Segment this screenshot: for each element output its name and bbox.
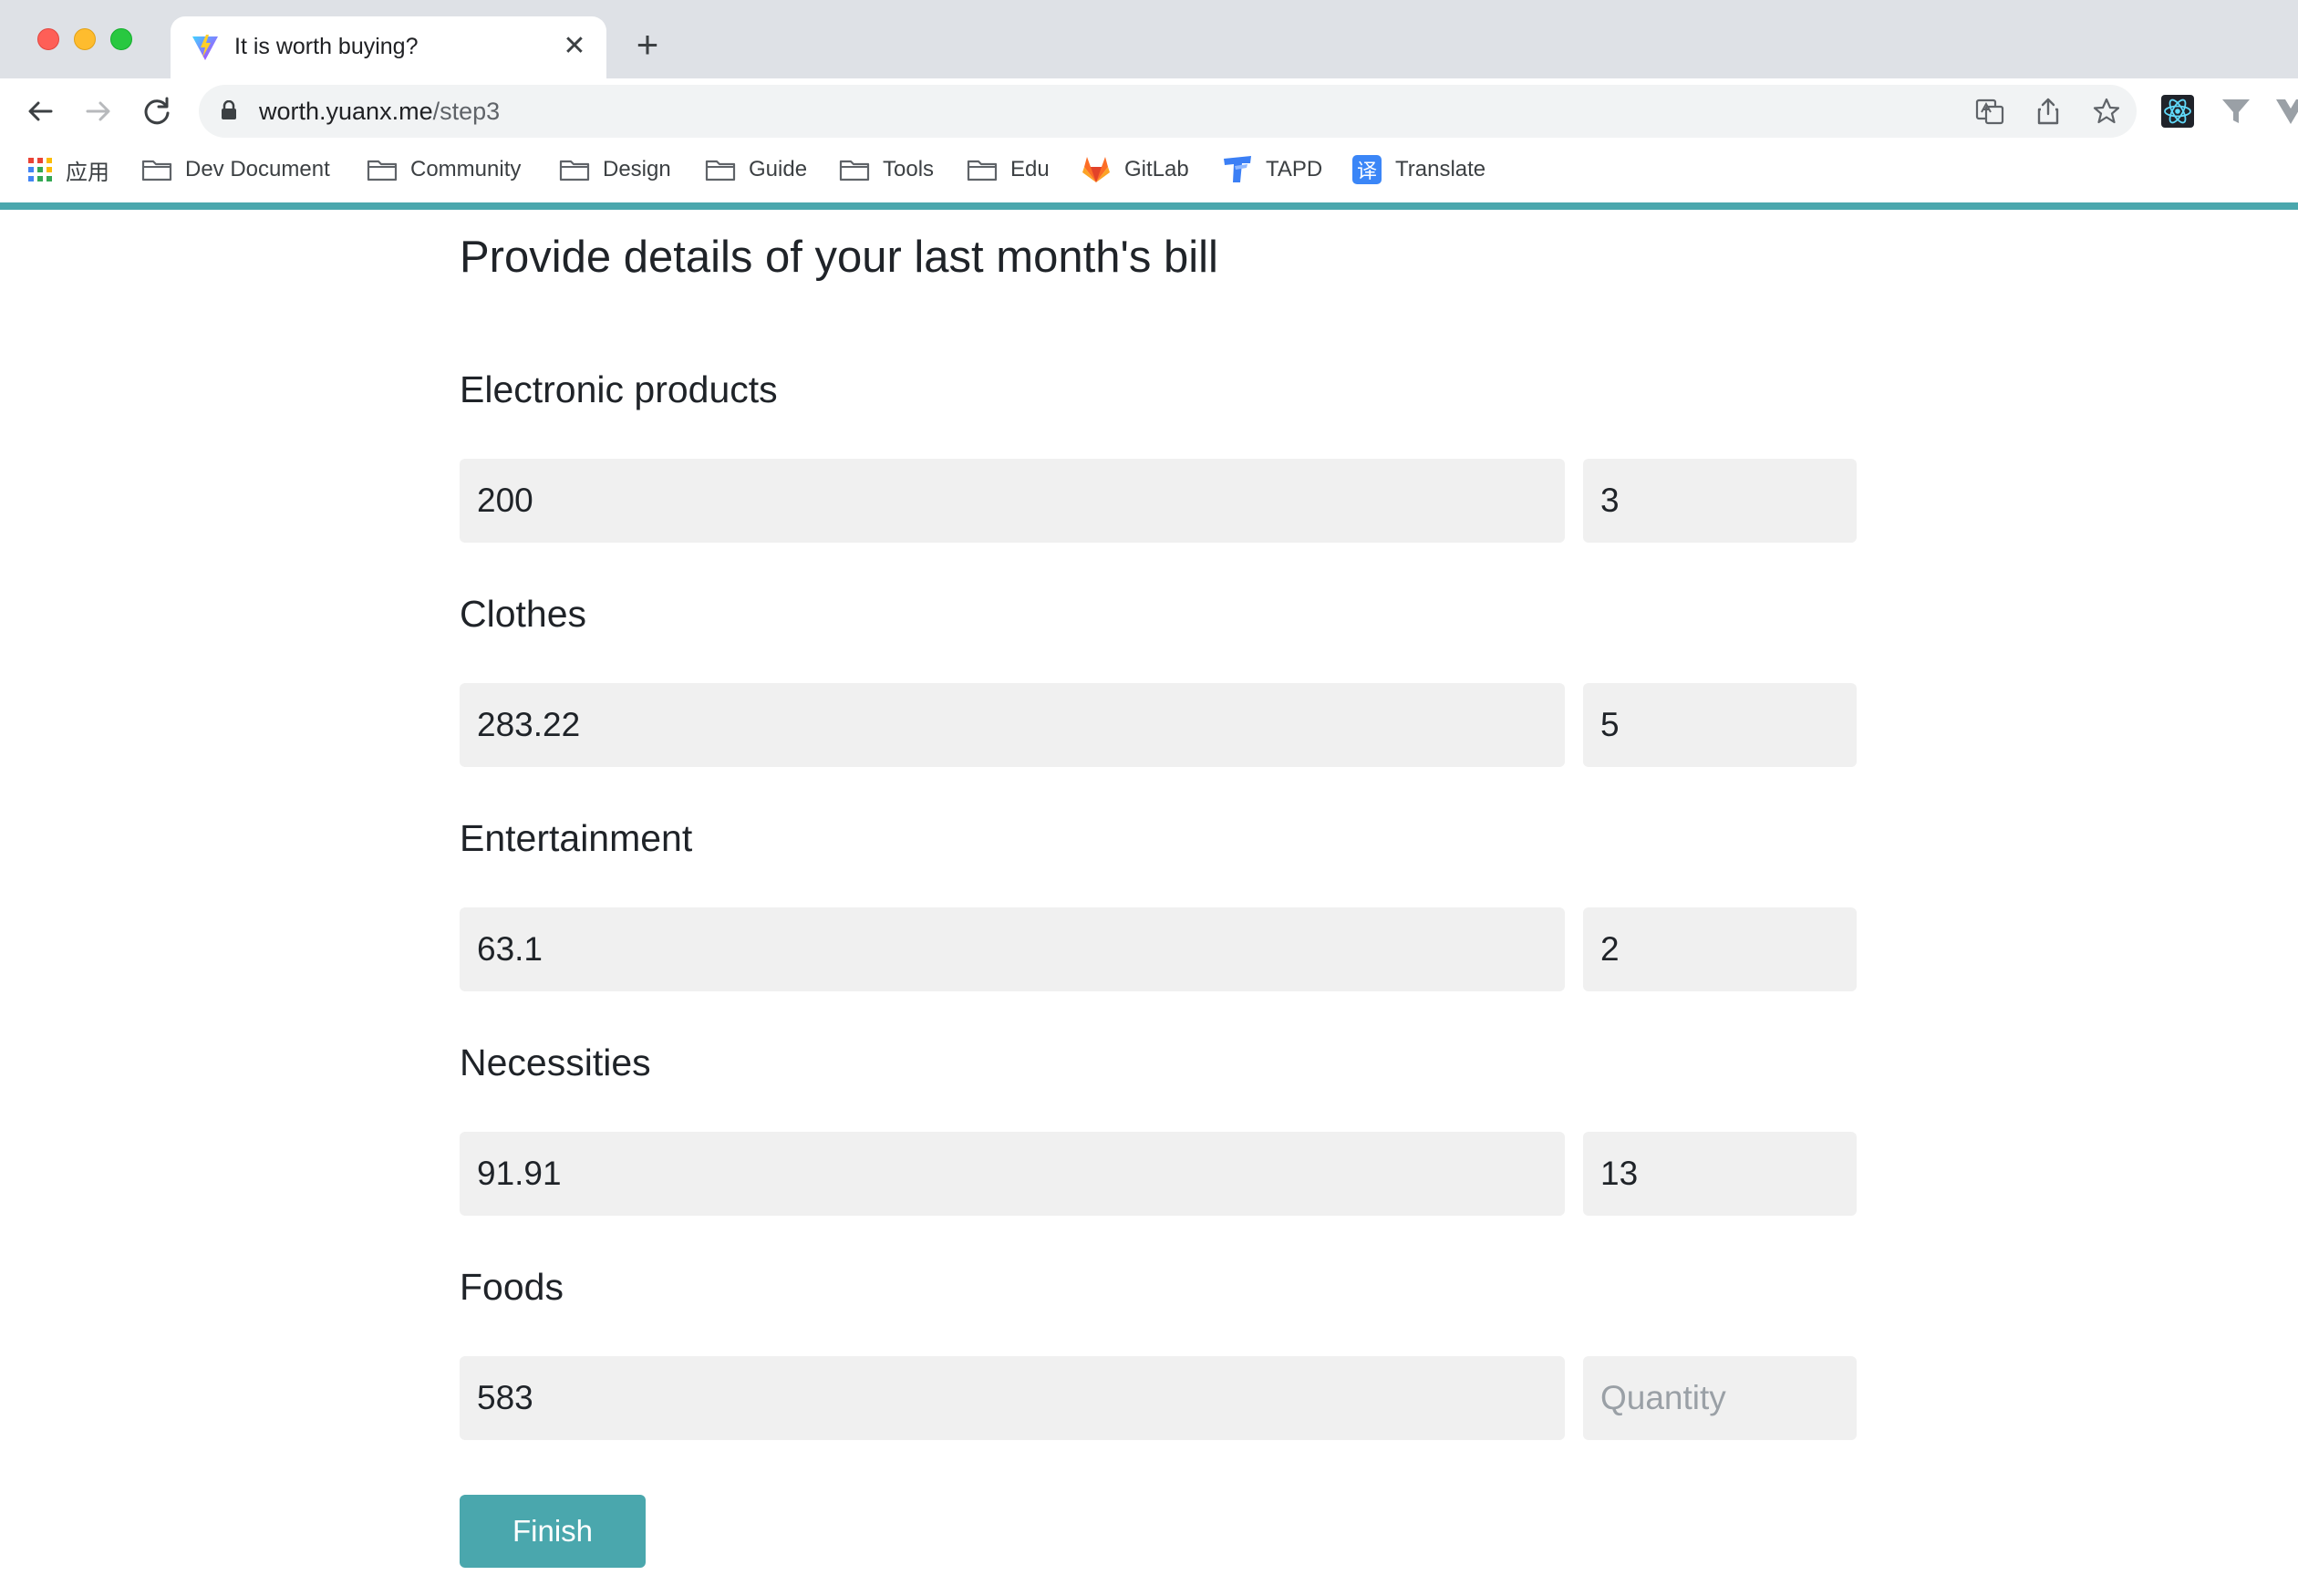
browser-window: It is worth buying? ✕ + worth.yuanx.me/s… — [0, 0, 2298, 1596]
bookmark-translate[interactable]: 译 Translate — [1351, 151, 1485, 188]
quantity-input-foods[interactable] — [1583, 1356, 1857, 1440]
bookmark-star-icon[interactable] — [2091, 96, 2122, 127]
tab-strip: It is worth buying? ✕ + — [0, 0, 2298, 78]
tab-active[interactable]: It is worth buying? ✕ — [171, 16, 606, 78]
folder-icon — [367, 160, 398, 181]
translate-icon: 译 — [1352, 155, 1382, 184]
page-title: Provide details of your last month's bil… — [460, 233, 1218, 282]
amount-input-electronic-products[interactable] — [460, 459, 1565, 543]
lock-icon — [222, 100, 236, 119]
page-content: Provide details of your last month's bil… — [0, 210, 2298, 1596]
category-label-entertainment: Entertainment — [460, 817, 693, 859]
bookmark-design[interactable]: Design — [559, 151, 671, 188]
folder-icon — [559, 160, 590, 181]
bookmark-community[interactable]: Community — [367, 151, 521, 188]
bookmark-label: GitLab — [1124, 157, 1189, 181]
folder-icon — [967, 160, 998, 181]
folder-icon — [839, 160, 870, 181]
bookmark-gitlab[interactable]: GitLab — [1081, 151, 1189, 188]
bookmark-guide[interactable]: Guide — [705, 151, 807, 188]
tapd-icon — [1224, 156, 1251, 182]
category-label-foods: Foods — [460, 1266, 564, 1308]
url-text[interactable]: worth.yuanx.me/step3 — [259, 98, 500, 126]
bookmark-label: Guide — [749, 157, 808, 181]
bookmark-label: Translate — [1395, 157, 1486, 181]
vite-favicon-icon — [192, 35, 218, 60]
bookmark-apps[interactable]: 应用 — [27, 151, 109, 188]
minimize-window-button[interactable] — [74, 28, 96, 50]
bookmark-label: Tools — [883, 157, 935, 181]
bookmark-label: Design — [603, 157, 671, 181]
close-window-button[interactable] — [37, 28, 59, 50]
svg-text:译: 译 — [1357, 161, 1377, 183]
browser-toolbar: worth.yuanx.me/step3 — [0, 78, 2298, 144]
reload-icon[interactable] — [137, 91, 177, 131]
folder-icon — [705, 160, 736, 181]
category-label-electronic-products: Electronic products — [460, 368, 778, 410]
page-accent-bar — [0, 202, 2298, 210]
amount-input-necessities[interactable] — [460, 1132, 1565, 1216]
quantity-input-clothes[interactable] — [1583, 683, 1857, 767]
apps-grid-icon — [28, 158, 52, 181]
amount-input-clothes[interactable] — [460, 683, 1565, 767]
forward-arrow-icon[interactable] — [78, 91, 119, 131]
bookmark-label: 应用 — [66, 160, 109, 185]
quantity-input-entertainment[interactable] — [1583, 907, 1857, 991]
filter-extension-icon[interactable] — [2220, 95, 2252, 128]
url-host: worth.yuanx.me — [259, 98, 433, 125]
bookmark-dev-document[interactable]: Dev Document — [141, 151, 330, 188]
url-path: /step3 — [432, 98, 501, 125]
new-tab-button[interactable]: + — [629, 26, 666, 64]
quantity-input-necessities[interactable] — [1583, 1132, 1857, 1216]
tab-title: It is worth buying? — [234, 34, 419, 59]
gitlab-icon — [1082, 157, 1110, 182]
amount-input-entertainment[interactable] — [460, 907, 1565, 991]
address-bar[interactable]: worth.yuanx.me/step3 — [199, 85, 2137, 138]
amount-input-foods[interactable] — [460, 1356, 1565, 1440]
vue-extension-icon[interactable] — [2274, 95, 2298, 128]
bookmark-label: Edu — [1010, 157, 1050, 181]
folder-icon — [141, 160, 172, 181]
bookmark-label: Dev Document — [185, 157, 330, 181]
back-arrow-icon[interactable] — [20, 91, 60, 131]
share-icon[interactable] — [2033, 96, 2064, 127]
bookmark-tapd[interactable]: TAPD — [1222, 151, 1322, 188]
bookmark-tools[interactable]: Tools — [839, 151, 934, 188]
translate-page-icon[interactable] — [1974, 96, 2005, 127]
bookmark-edu[interactable]: Edu — [967, 151, 1050, 188]
close-tab-icon[interactable]: ✕ — [557, 29, 592, 64]
bookmark-label: TAPD — [1266, 157, 1323, 181]
bookmark-label: Community — [410, 157, 522, 181]
bookmarks-bar: 应用 Dev Document Community Design Guide T… — [0, 144, 2298, 202]
category-label-necessities: Necessities — [460, 1042, 651, 1083]
react-devtools-icon[interactable] — [2161, 95, 2194, 128]
finish-button[interactable]: Finish — [460, 1495, 646, 1568]
category-label-clothes: Clothes — [460, 593, 587, 635]
quantity-input-electronic-products[interactable] — [1583, 459, 1857, 543]
maximize-window-button[interactable] — [110, 28, 132, 50]
